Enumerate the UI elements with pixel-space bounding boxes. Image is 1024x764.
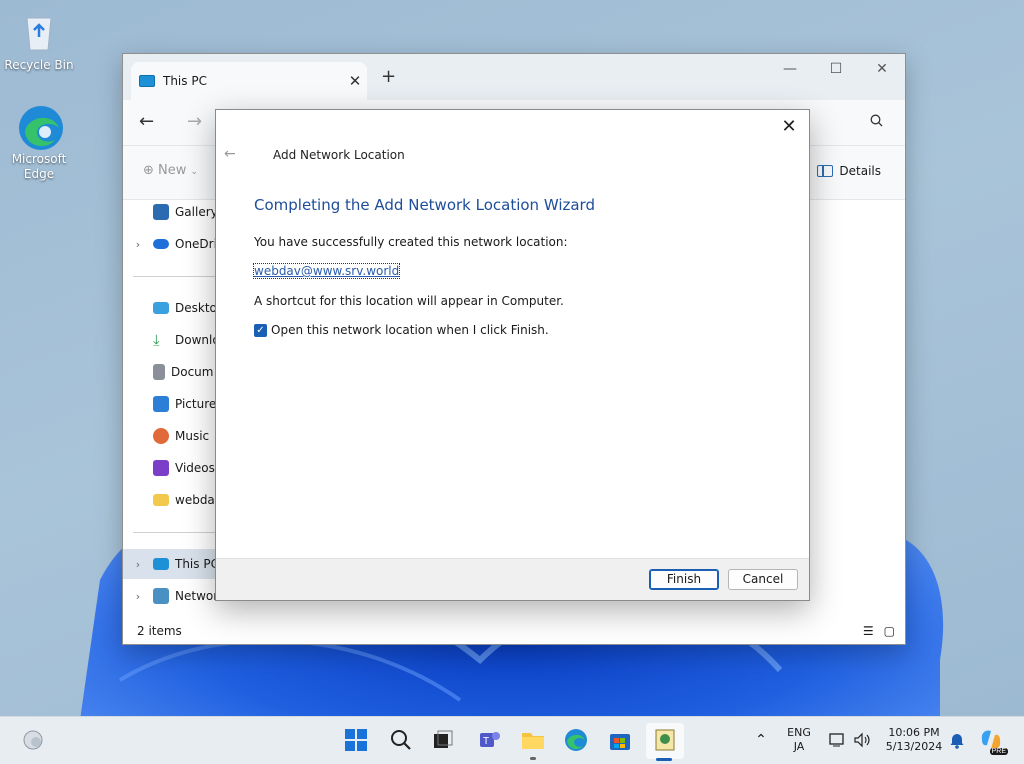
svg-text:T: T [483,736,489,747]
gallery-icon [153,204,169,220]
lang-top: ENG [787,726,811,739]
copilot-icon[interactable]: PRE [978,727,1008,755]
dialog-footer: Finish Cancel [216,558,809,600]
open-location-checkbox[interactable]: ✓ Open this network location when I clic… [254,323,549,337]
new-tab-button[interactable]: + [381,66,396,87]
task-view-icon[interactable] [430,727,456,753]
sidebar-item-label: This PC [175,557,219,571]
edge-label: Microsoft Edge [11,152,67,181]
dialog-close-icon[interactable]: ✕ [777,116,801,140]
back-arrow-icon[interactable]: ← [224,146,236,162]
copilot-badge: PRE [989,748,1008,755]
widgets-icon[interactable] [20,727,46,753]
desktop-icon [153,302,169,314]
music-icon [153,428,169,444]
recycle-bin-desktop-icon[interactable]: Recycle Bin [3,10,75,73]
sidebar-item-label: Downlo [175,333,220,347]
cancel-button[interactable]: Cancel [728,569,798,590]
volume-icon[interactable] [849,727,875,753]
back-arrow-icon[interactable]: ← [139,111,154,132]
running-indicator [530,757,536,760]
tab-label: This PC [163,74,207,88]
pictures-icon [153,396,169,412]
edge-desktop-icon[interactable]: Microsoft Edge [3,104,75,182]
finish-button[interactable]: Finish [649,569,719,590]
date-label: 5/13/2024 [885,740,943,753]
explorer-titlebar: This PC ✕ + — ☐ ✕ [123,54,905,100]
search-icon[interactable] [870,114,883,131]
download-icon: ⤓ [153,331,160,349]
clock[interactable]: 10:06 PM 5/13/2024 [880,726,948,754]
details-button[interactable]: Details [817,164,881,178]
network-wizard-taskbar-icon[interactable] [652,727,678,753]
sidebar-item-label: Docum [171,365,214,379]
recycle-bin-label: Recycle Bin [4,58,74,72]
new-button[interactable]: ⊕ New ⌄ [143,163,198,178]
active-indicator [656,758,672,761]
list-view-icon[interactable]: ☰ [863,624,874,638]
start-icon[interactable] [343,727,369,753]
view-toggles: ☰ ▢ [863,624,895,638]
search-icon[interactable] [388,727,414,753]
checkbox-label: Open this network location when I click … [271,323,549,337]
chevron-right-icon[interactable]: › [123,558,153,571]
maximize-button[interactable]: ☐ [813,54,859,84]
chevron-up-icon[interactable]: ⌃ [748,727,774,753]
tiles-view-icon[interactable]: ▢ [884,624,895,638]
details-label: Details [839,164,881,178]
chevron-down-icon: ⌄ [190,167,199,177]
language-indicator[interactable]: ENG JA [785,726,813,754]
close-button[interactable]: ✕ [859,54,905,84]
notification-bell-icon[interactable] [944,727,970,753]
add-network-location-dialog: ✕ ← Add Network Location Completing the … [215,109,810,601]
taskbar: T ⌃ ENG JA 10:06 PM 5/13/2024 PRE [0,716,1024,764]
file-explorer-taskbar-icon[interactable] [520,727,546,753]
tab-this-pc[interactable]: This PC ✕ [131,62,367,100]
sidebar-item-label: Music [175,429,210,443]
teams-icon[interactable]: T [477,727,503,753]
forward-arrow-icon[interactable]: → [187,111,202,132]
checkmark-icon[interactable]: ✓ [254,323,267,337]
videos-icon [153,460,169,476]
dialog-title: Add Network Location [273,148,405,162]
shortcut-message: A shortcut for this location will appear… [254,294,564,308]
monitor-icon [139,75,155,87]
time-label: 10:06 PM [888,726,940,739]
monitor-icon [153,558,169,570]
new-label: New [158,163,187,178]
document-icon [153,364,165,380]
network-location-link[interactable]: webdav@www.srv.world [252,263,401,279]
wizard-heading: Completing the Add Network Location Wiza… [254,196,595,214]
window-controls: — ☐ ✕ [767,54,905,84]
edge-taskbar-icon[interactable] [563,727,589,753]
lang-bottom: JA [793,740,805,753]
network-icon [153,588,169,604]
display-icon[interactable] [825,727,851,753]
sidebar-item-label: Videos [175,461,215,475]
plus-circle-icon: ⊕ [143,163,154,178]
recycle-bin-icon [17,10,61,54]
chevron-right-icon[interactable]: › [123,238,153,251]
cloud-icon [153,239,169,249]
minimize-button[interactable]: — [767,54,813,84]
edge-icon [17,104,63,150]
chevron-right-icon[interactable]: › [123,590,153,603]
details-pane-icon [817,165,834,177]
sidebar-item-label: Gallery [175,205,218,219]
tab-close-icon[interactable]: ✕ [343,72,367,90]
store-icon[interactable] [607,727,633,753]
sidebar-item-label: Networ [175,589,219,603]
status-bar: 2 items ☰ ▢ [123,618,905,644]
item-count: 2 items [137,624,182,638]
success-message: You have successfully created this netwo… [254,235,568,249]
folder-icon [153,494,169,506]
